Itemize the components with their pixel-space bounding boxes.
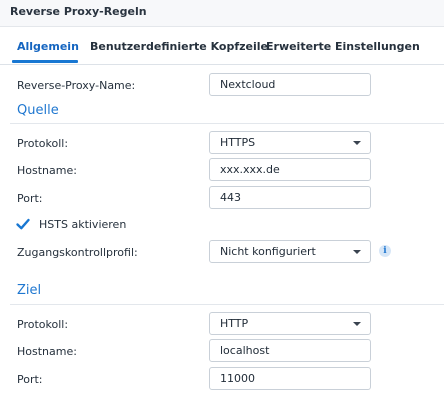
- active-tab-indicator: [12, 60, 78, 63]
- source-port-label: Port:: [17, 192, 43, 205]
- proxy-name-label: Reverse-Proxy-Name:: [17, 79, 136, 92]
- dest-port-input[interactable]: 11000: [209, 367, 371, 390]
- dest-port-value: 11000: [220, 372, 255, 385]
- divider: [10, 123, 444, 124]
- checkmark-icon: [16, 218, 30, 230]
- proxy-name-value: Nextcloud: [220, 78, 276, 91]
- dest-protocol-value: HTTP: [220, 317, 249, 330]
- chevron-down-icon: [353, 250, 361, 254]
- hsts-checkbox[interactable]: [15, 216, 31, 232]
- window-title: Reverse Proxy-Regeln: [10, 5, 147, 18]
- window-titlebar: Reverse Proxy-Regeln: [0, 0, 444, 27]
- source-protocol-select[interactable]: HTTPS: [209, 131, 371, 154]
- dest-hostname-value: localhost: [220, 344, 270, 357]
- tab-general[interactable]: Allgemein: [17, 40, 79, 53]
- hsts-label[interactable]: HSTS aktivieren: [39, 218, 126, 231]
- access-profile-select[interactable]: Nicht konfiguriert: [209, 240, 371, 263]
- dest-hostname-label: Hostname:: [17, 345, 77, 358]
- chevron-down-icon: [353, 322, 361, 326]
- source-hostname-label: Hostname:: [17, 164, 77, 177]
- info-icon[interactable]: i: [379, 245, 391, 257]
- source-protocol-label: Protokoll:: [17, 137, 69, 150]
- source-protocol-value: HTTPS: [220, 136, 256, 149]
- proxy-name-input[interactable]: Nextcloud: [209, 73, 371, 96]
- dest-port-label: Port:: [17, 373, 43, 386]
- divider: [10, 304, 444, 305]
- source-port-input[interactable]: 443: [209, 186, 371, 209]
- tab-advanced-settings[interactable]: Erweiterte Einstellungen: [266, 40, 420, 53]
- dest-protocol-select[interactable]: HTTP: [209, 312, 371, 335]
- source-hostname-input[interactable]: xxx.xxx.de: [209, 158, 371, 181]
- dest-hostname-input[interactable]: localhost: [209, 339, 371, 362]
- source-hostname-value: xxx.xxx.de: [220, 163, 280, 176]
- tab-custom-headers[interactable]: Benutzerdefinierte Kopfzeile: [90, 40, 268, 53]
- chevron-down-icon: [353, 141, 361, 145]
- section-heading-source: Quelle: [17, 103, 59, 118]
- source-port-value: 443: [220, 191, 241, 204]
- tab-bar: Allgemein Benutzerdefinierte Kopfzeile E…: [0, 27, 444, 65]
- section-heading-destination: Ziel: [17, 283, 42, 298]
- access-profile-value: Nicht konfiguriert: [220, 245, 316, 258]
- dest-protocol-label: Protokoll:: [17, 318, 69, 331]
- access-profile-label: Zugangskontrollprofil:: [17, 246, 138, 259]
